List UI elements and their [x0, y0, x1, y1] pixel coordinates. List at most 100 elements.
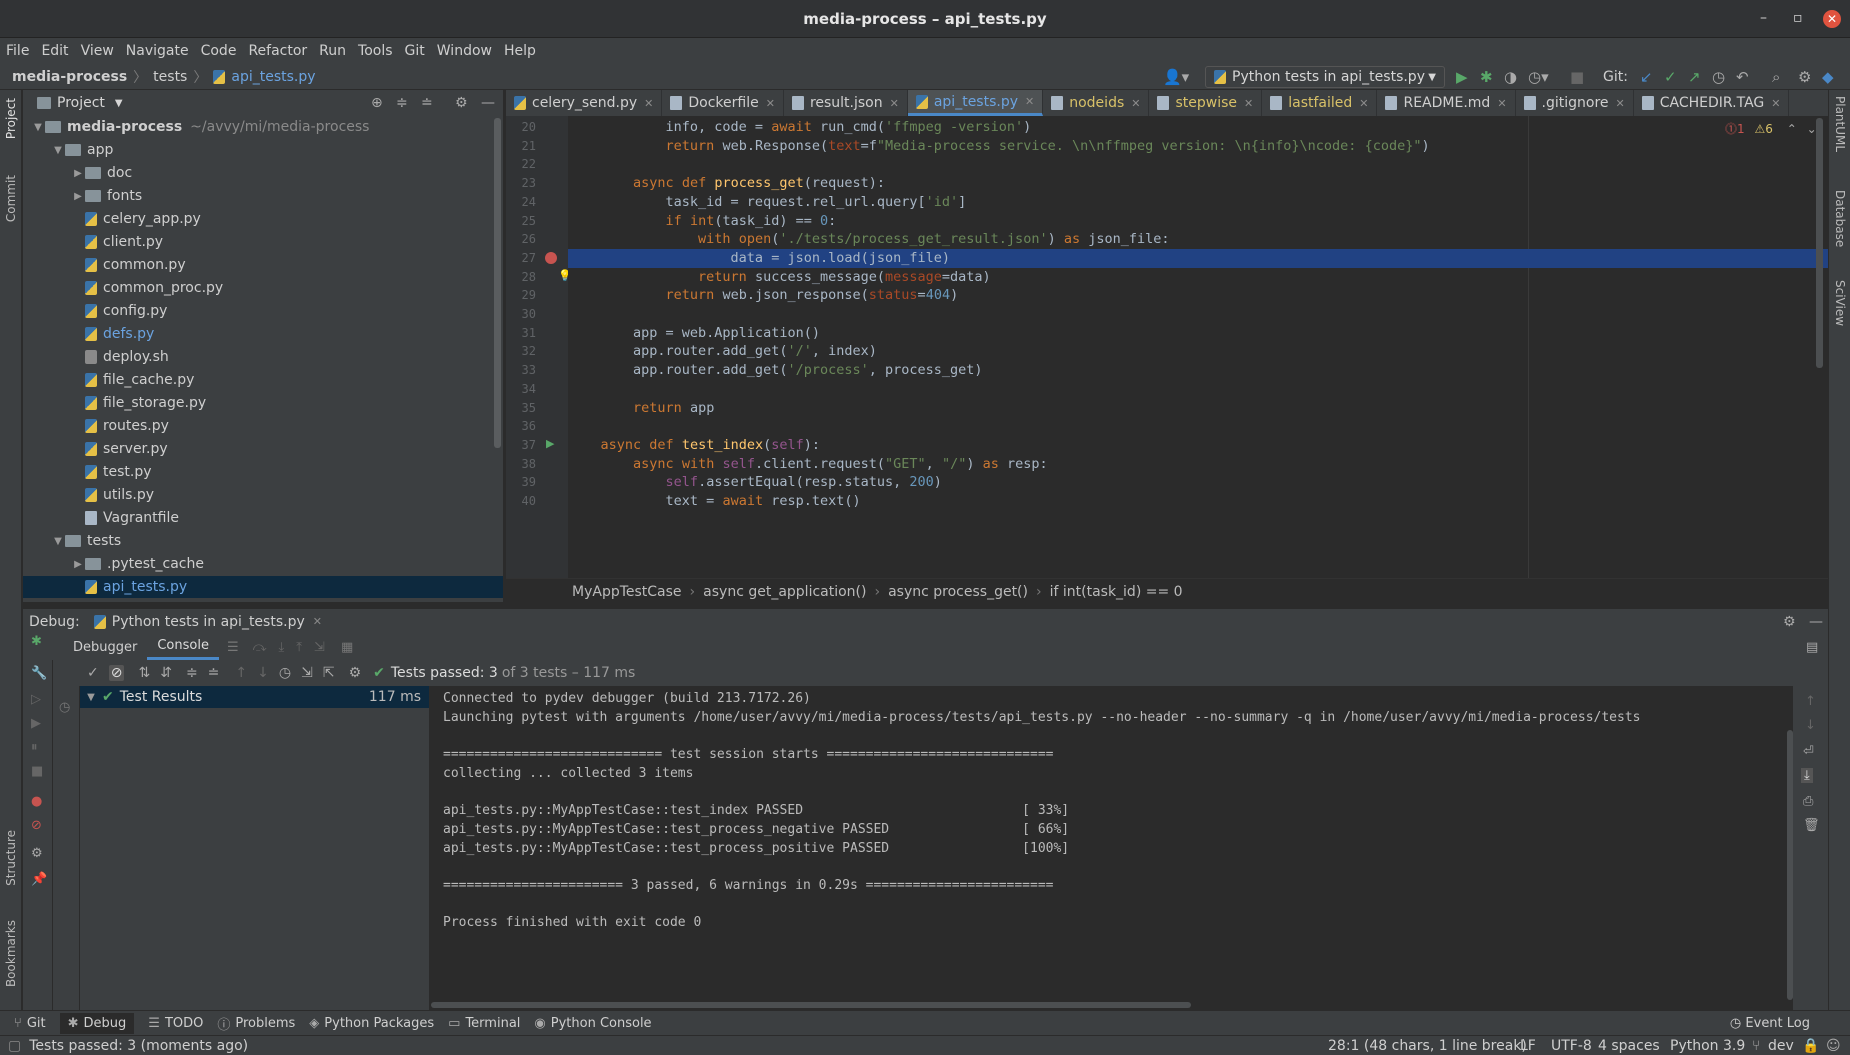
status-message[interactable]: Tests passed: 3 (moments ago): [29, 1038, 248, 1054]
code-line[interactable]: app = web.Application(): [568, 324, 1828, 343]
code-line[interactable]: [568, 417, 1828, 436]
tree-item[interactable]: file_cache.py: [23, 369, 503, 391]
tool-window-debug[interactable]: ✱ Debug: [59, 1012, 135, 1034]
code-line[interactable]: [568, 155, 1828, 174]
nav-project[interactable]: media-process: [12, 69, 127, 85]
breadcrumb-item[interactable]: async get_application(): [703, 584, 866, 600]
run-icon[interactable]: ▶: [1456, 66, 1468, 88]
database-tool-button[interactable]: Database: [1833, 190, 1847, 247]
git-branch[interactable]: dev: [1768, 1038, 1794, 1054]
run-test-icon[interactable]: ▶: [546, 437, 554, 450]
inspection-widget[interactable]: ⓵1 ⚠6 ⌃ ⌄: [1725, 120, 1817, 137]
nav-folder[interactable]: tests: [153, 69, 187, 85]
scroll-to-end-icon[interactable]: ⤓: [1801, 768, 1813, 783]
tab-console[interactable]: Console: [147, 634, 219, 660]
code-line[interactable]: return app: [568, 399, 1828, 418]
settings-icon[interactable]: ⚙: [1798, 66, 1811, 88]
bookmarks-tool-button[interactable]: Bookmarks: [4, 920, 18, 987]
menu-refactor[interactable]: Refactor: [248, 43, 307, 59]
console-hscrollbar[interactable]: [431, 1002, 1191, 1008]
tree-arrow-icon[interactable]: ▼: [51, 536, 65, 547]
tab-debugger[interactable]: Debugger: [63, 636, 147, 659]
tree-item[interactable]: config.py: [23, 300, 503, 322]
menu-help[interactable]: Help: [504, 43, 536, 59]
view-breakpoints-icon[interactable]: ●: [31, 794, 42, 809]
tree-item[interactable]: ▼ media-process ~/avvy/mi/media-process: [23, 116, 503, 138]
tool-window-python-packages[interactable]: ◈ Python Packages: [309, 1016, 434, 1031]
editor-tab[interactable]: api_tests.py ✕: [907, 90, 1044, 116]
collapse-all-icon[interactable]: ≐: [421, 95, 433, 111]
code-line[interactable]: with open('./tests/process_get_result.js…: [568, 230, 1828, 249]
hide-panel-icon[interactable]: —: [481, 95, 495, 111]
editor-scrollbar[interactable]: [1816, 118, 1823, 368]
scroll-up-icon[interactable]: ↑: [1805, 694, 1816, 709]
lock-icon[interactable]: 🔒: [1802, 1038, 1819, 1054]
tree-item[interactable]: utils.py: [23, 484, 503, 506]
menu-tools[interactable]: Tools: [358, 43, 393, 59]
tree-item[interactable]: server.py: [23, 438, 503, 460]
menu-code[interactable]: Code: [201, 43, 237, 59]
history-icon[interactable]: ◷: [59, 700, 70, 715]
breadcrumb-item[interactable]: async process_get(): [888, 584, 1028, 600]
locate-icon[interactable]: ⊕: [371, 95, 383, 111]
tree-arrow-icon[interactable]: ▼: [31, 122, 45, 133]
code-line[interactable]: async def test_index(self):: [568, 436, 1828, 455]
code-line[interactable]: return web.json_response(status=404): [568, 286, 1828, 305]
layout-icon[interactable]: ▤: [1806, 640, 1818, 655]
coverage-icon[interactable]: ◑: [1504, 66, 1517, 88]
structure-tool-button[interactable]: Structure: [4, 830, 18, 886]
search-icon[interactable]: ⌕: [1772, 66, 1780, 88]
next-failed-icon[interactable]: ↓: [257, 665, 269, 681]
prev-failed-icon[interactable]: ↑: [235, 665, 247, 681]
test-settings-icon[interactable]: ⚙: [349, 665, 362, 681]
python-interpreter[interactable]: Python 3.9: [1670, 1038, 1745, 1054]
debug-icon[interactable]: ✱: [1480, 66, 1493, 88]
sort-duration-icon[interactable]: ⇵: [160, 665, 172, 681]
code-line[interactable]: app.router.add_get('/', index): [568, 342, 1828, 361]
close-tab-icon[interactable]: ✕: [1616, 97, 1625, 110]
tree-item[interactable]: routes.py: [23, 415, 503, 437]
editor-tab[interactable]: CACHEDIR.TAG ✕: [1634, 90, 1790, 116]
code-line[interactable]: data = json.load(json_file): [568, 248, 1828, 268]
code-line[interactable]: [568, 305, 1828, 324]
tree-item[interactable]: common.py: [23, 254, 503, 276]
code-line[interactable]: app.router.add_get('/process', process_g…: [568, 361, 1828, 380]
chevron-down-icon[interactable]: ▼: [115, 98, 123, 109]
tree-item[interactable]: ▼ app: [23, 139, 503, 161]
caret-position[interactable]: 28:1 (48 chars, 1 line break): [1328, 1038, 1527, 1054]
show-ignored-icon[interactable]: ⊘: [108, 665, 125, 681]
sciview-tool-button[interactable]: SciView: [1833, 280, 1847, 326]
git-rollback-icon[interactable]: ↶: [1736, 66, 1749, 88]
tool-window-python-console[interactable]: ◉ Python Console: [534, 1016, 651, 1031]
line-separator[interactable]: LF: [1520, 1038, 1536, 1054]
menu-view[interactable]: View: [81, 43, 114, 59]
tree-arrow-icon[interactable]: ▶: [71, 168, 85, 179]
minimize-icon[interactable]: –: [1760, 10, 1767, 26]
pause-icon[interactable]: ⏸: [31, 740, 38, 755]
tree-item[interactable]: file_storage.py: [23, 392, 503, 414]
project-panel-title[interactable]: Project: [57, 95, 105, 111]
soft-wrap-icon[interactable]: ⏎: [1803, 744, 1814, 759]
inspector-icon[interactable]: ☺: [1826, 1038, 1841, 1054]
tree-item[interactable]: api_tests.py: [23, 576, 503, 598]
tree-item[interactable]: ▶ doc: [23, 162, 503, 184]
breakpoint-icon[interactable]: [545, 251, 557, 264]
resume-icon[interactable]: ▶: [31, 716, 41, 731]
project-scrollbar[interactable]: [494, 118, 501, 448]
console-menu-icon[interactable]: ☰: [227, 640, 239, 655]
file-encoding[interactable]: UTF-8: [1551, 1038, 1592, 1054]
project-tool-button[interactable]: Project: [4, 98, 18, 139]
code-line[interactable]: if int(task_id) == 0:: [568, 212, 1828, 231]
collapse-tests-icon[interactable]: ≐: [208, 665, 220, 681]
editor-tab[interactable]: result.json ✕: [784, 90, 908, 116]
code-editor[interactable]: info, code = await run_cmd('ffmpeg -vers…: [568, 116, 1828, 578]
tree-item[interactable]: ▶ .pytest_cache: [23, 553, 503, 575]
close-tab-icon[interactable]: ✕: [1025, 95, 1034, 108]
close-tab-icon[interactable]: ✕: [644, 97, 653, 110]
tool-window-terminal[interactable]: ▭ Terminal: [448, 1016, 520, 1031]
git-push-icon[interactable]: ↗: [1688, 66, 1701, 88]
tree-item[interactable]: celery_app.py: [23, 208, 503, 230]
tool-window-problems[interactable]: ⓘ Problems: [217, 1014, 295, 1033]
menu-edit[interactable]: Edit: [41, 43, 68, 59]
tree-item[interactable]: celery_send.py: [23, 599, 503, 602]
